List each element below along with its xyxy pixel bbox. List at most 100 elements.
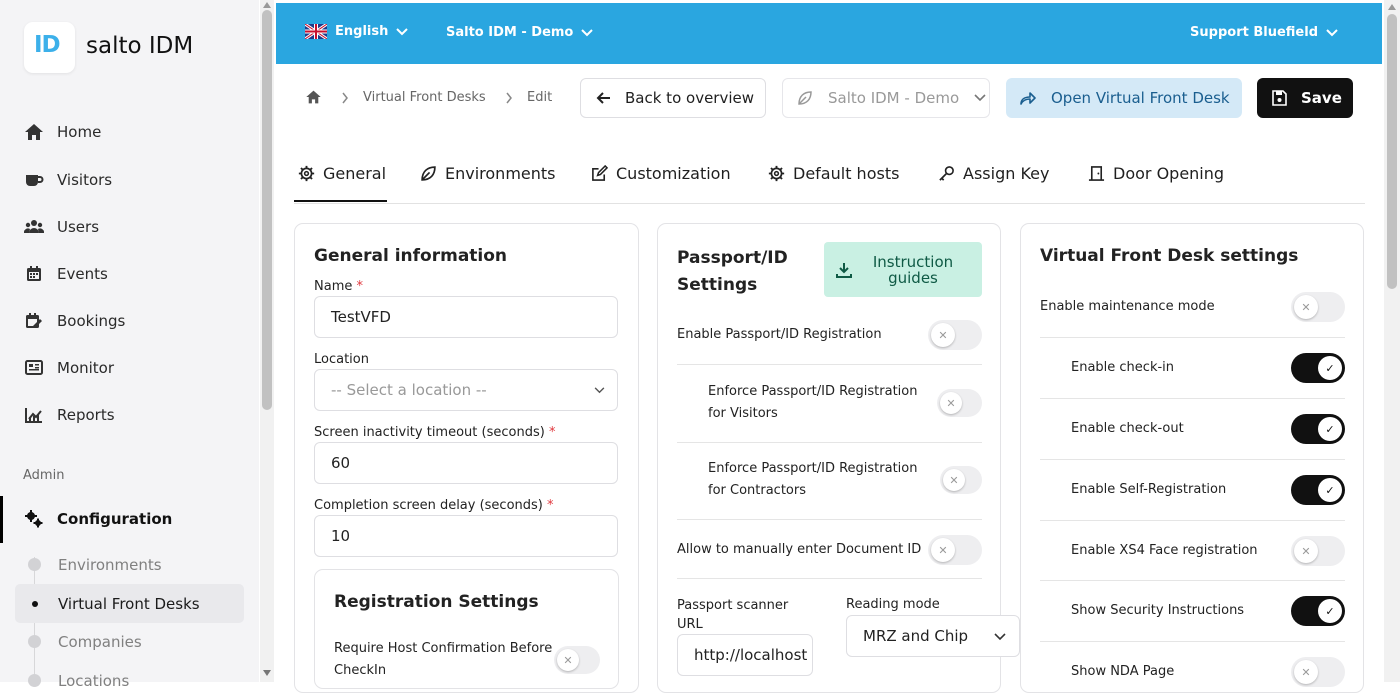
timeout-label-text: Screen inactivity timeout (seconds) [314, 425, 545, 440]
chevron-right-icon [342, 92, 348, 104]
chevron-down-icon [594, 387, 605, 394]
sidebar-scrollbar[interactable] [260, 0, 274, 682]
self-registration-toggle[interactable]: ✓ [1291, 475, 1345, 505]
sidebar-subitem-label: Virtual Front Desks [58, 594, 200, 613]
sidebar-item-bookings[interactable]: Bookings [24, 310, 125, 332]
security-instructions-toggle[interactable]: ✓ [1291, 596, 1345, 626]
face-registration-toggle[interactable]: ✕ [1291, 536, 1345, 566]
sidebar-subitem-label: Environments [58, 555, 162, 574]
sidebar-item-events[interactable]: Events [24, 263, 108, 285]
tab-assign-key[interactable]: Assign Key [938, 164, 1049, 183]
check-icon: ✓ [1318, 417, 1342, 441]
tab-label: Door Opening [1113, 164, 1225, 183]
app-logo[interactable]: ID [24, 22, 75, 73]
check-in-toggle[interactable]: ✓ [1291, 353, 1345, 383]
delay-field[interactable]: 10 [314, 515, 618, 557]
monitor-icon [25, 360, 43, 375]
active-tab-indicator [294, 200, 387, 202]
home-icon[interactable] [305, 89, 322, 105]
sidebar-item-home[interactable]: Home [24, 121, 101, 143]
breadcrumb-virtual-front-desks[interactable]: Virtual Front Desks [363, 90, 486, 105]
delay-label: Completion screen delay (seconds) * [314, 498, 554, 513]
chevron-down-icon [1326, 28, 1338, 36]
tab-default-hosts[interactable]: Default hosts [768, 164, 899, 183]
maintenance-mode-toggle[interactable]: ✕ [1291, 292, 1345, 322]
key-icon [939, 166, 954, 181]
sidebar-item-visitors[interactable]: Visitors [24, 169, 112, 191]
x-icon: ✕ [940, 392, 962, 414]
manual-document-toggle[interactable]: ✕ [928, 535, 982, 565]
sidebar-item-label: Visitors [57, 171, 113, 189]
bullet [28, 674, 41, 687]
uk-flag-icon [305, 24, 327, 39]
enable-passport-toggle[interactable]: ✕ [928, 320, 982, 350]
calendar-icon [27, 266, 41, 281]
require-host-toggle[interactable]: ✕ [554, 646, 600, 674]
tab-door-opening[interactable]: Door Opening [1088, 164, 1224, 183]
vfd-row-label: Show NDA Page [1071, 664, 1175, 679]
save-label: Save [1301, 89, 1342, 107]
sidebar-subitem-label: Locations [58, 671, 130, 690]
environment-selector[interactable]: Salto IDM - Demo [446, 25, 594, 40]
name-field[interactable]: TestVFD [314, 296, 618, 338]
sidebar-subitem-locations[interactable]: Locations [15, 661, 244, 700]
tab-environments[interactable]: Environments [420, 164, 556, 183]
timeout-field[interactable]: 60 [314, 442, 618, 484]
tab-general[interactable]: General [298, 164, 386, 183]
scanner-url-field[interactable]: http://localhost [677, 634, 813, 676]
users-icon [24, 220, 44, 233]
sidebar-item-monitor[interactable]: Monitor [24, 357, 114, 379]
scroll-up-icon[interactable] [1388, 4, 1396, 10]
scroll-thumb[interactable] [1387, 14, 1397, 289]
reading-mode-label: Reading mode [846, 597, 940, 612]
nda-page-toggle[interactable]: ✕ [1291, 657, 1345, 687]
divider [1040, 337, 1345, 338]
sidebar-subitem-companies[interactable]: Companies [15, 622, 244, 661]
required-mark: * [356, 279, 364, 294]
instruction-guides-button[interactable]: Instruction guides [824, 242, 982, 297]
required-mark: * [547, 498, 554, 513]
sidebar-subitem-virtual-front-desks[interactable]: Virtual Front Desks [15, 584, 244, 623]
passport-row-label: Allow to manually enter Document ID [677, 542, 922, 557]
tab-customization[interactable]: Customization [591, 164, 731, 183]
sidebar-subitem-label: Companies [58, 632, 142, 651]
enforce-visitors-toggle[interactable]: ✕ [937, 389, 982, 417]
main-scrollbar[interactable] [1384, 0, 1400, 682]
x-icon: ✕ [931, 538, 955, 562]
sidebar-item-reports[interactable]: Reports [24, 404, 115, 426]
sidebar-subitem-environments[interactable]: Environments [15, 545, 244, 584]
scroll-down-icon[interactable] [263, 670, 271, 676]
chevron-down-icon [396, 27, 409, 35]
door-icon [1088, 166, 1105, 181]
sidebar-item-configuration[interactable]: Configuration [24, 508, 172, 530]
scanner-url-value: http://localhost [694, 646, 808, 664]
open-virtual-front-desk-button[interactable]: Open Virtual Front Desk [1006, 78, 1242, 118]
save-button[interactable]: Save [1257, 78, 1353, 118]
environment-dropdown[interactable]: Salto IDM - Demo [782, 78, 990, 118]
location-select[interactable]: -- Select a location -- [314, 369, 618, 411]
environment-label: Salto IDM - Demo [446, 25, 574, 40]
vfd-row-label: Enable XS4 Face registration [1071, 543, 1258, 558]
sidebar-item-label: Home [57, 123, 102, 141]
sidebar-item-users[interactable]: Users [24, 216, 99, 238]
scroll-up-icon[interactable] [263, 2, 271, 8]
leaf-icon [421, 166, 436, 181]
vfd-row-label: Show Security Instructions [1071, 603, 1245, 618]
sidebar-item-label: Users [57, 218, 100, 236]
language-selector[interactable]: English [305, 24, 409, 39]
bullet [28, 558, 41, 571]
check-out-toggle[interactable]: ✓ [1291, 414, 1345, 444]
enforce-contractors-toggle[interactable]: ✕ [940, 466, 982, 494]
environment-dropdown-value: Salto IDM - Demo [828, 89, 960, 107]
reading-mode-value: MRZ and Chip [863, 627, 969, 645]
gears-icon [25, 510, 43, 528]
reading-mode-select[interactable]: MRZ and Chip [846, 615, 1020, 657]
scroll-thumb[interactable] [262, 10, 272, 410]
user-menu[interactable]: Support Bluefield [1190, 25, 1338, 40]
tab-label: Assign Key [963, 164, 1050, 183]
vfd-row-label: Enable check-out [1071, 421, 1184, 436]
divider [677, 519, 982, 520]
back-to-overview-button[interactable]: Back to overview [580, 78, 766, 118]
sidebar: ID salto IDM Home Visitors Users Events … [0, 0, 259, 690]
chevron-down-icon [974, 94, 986, 102]
